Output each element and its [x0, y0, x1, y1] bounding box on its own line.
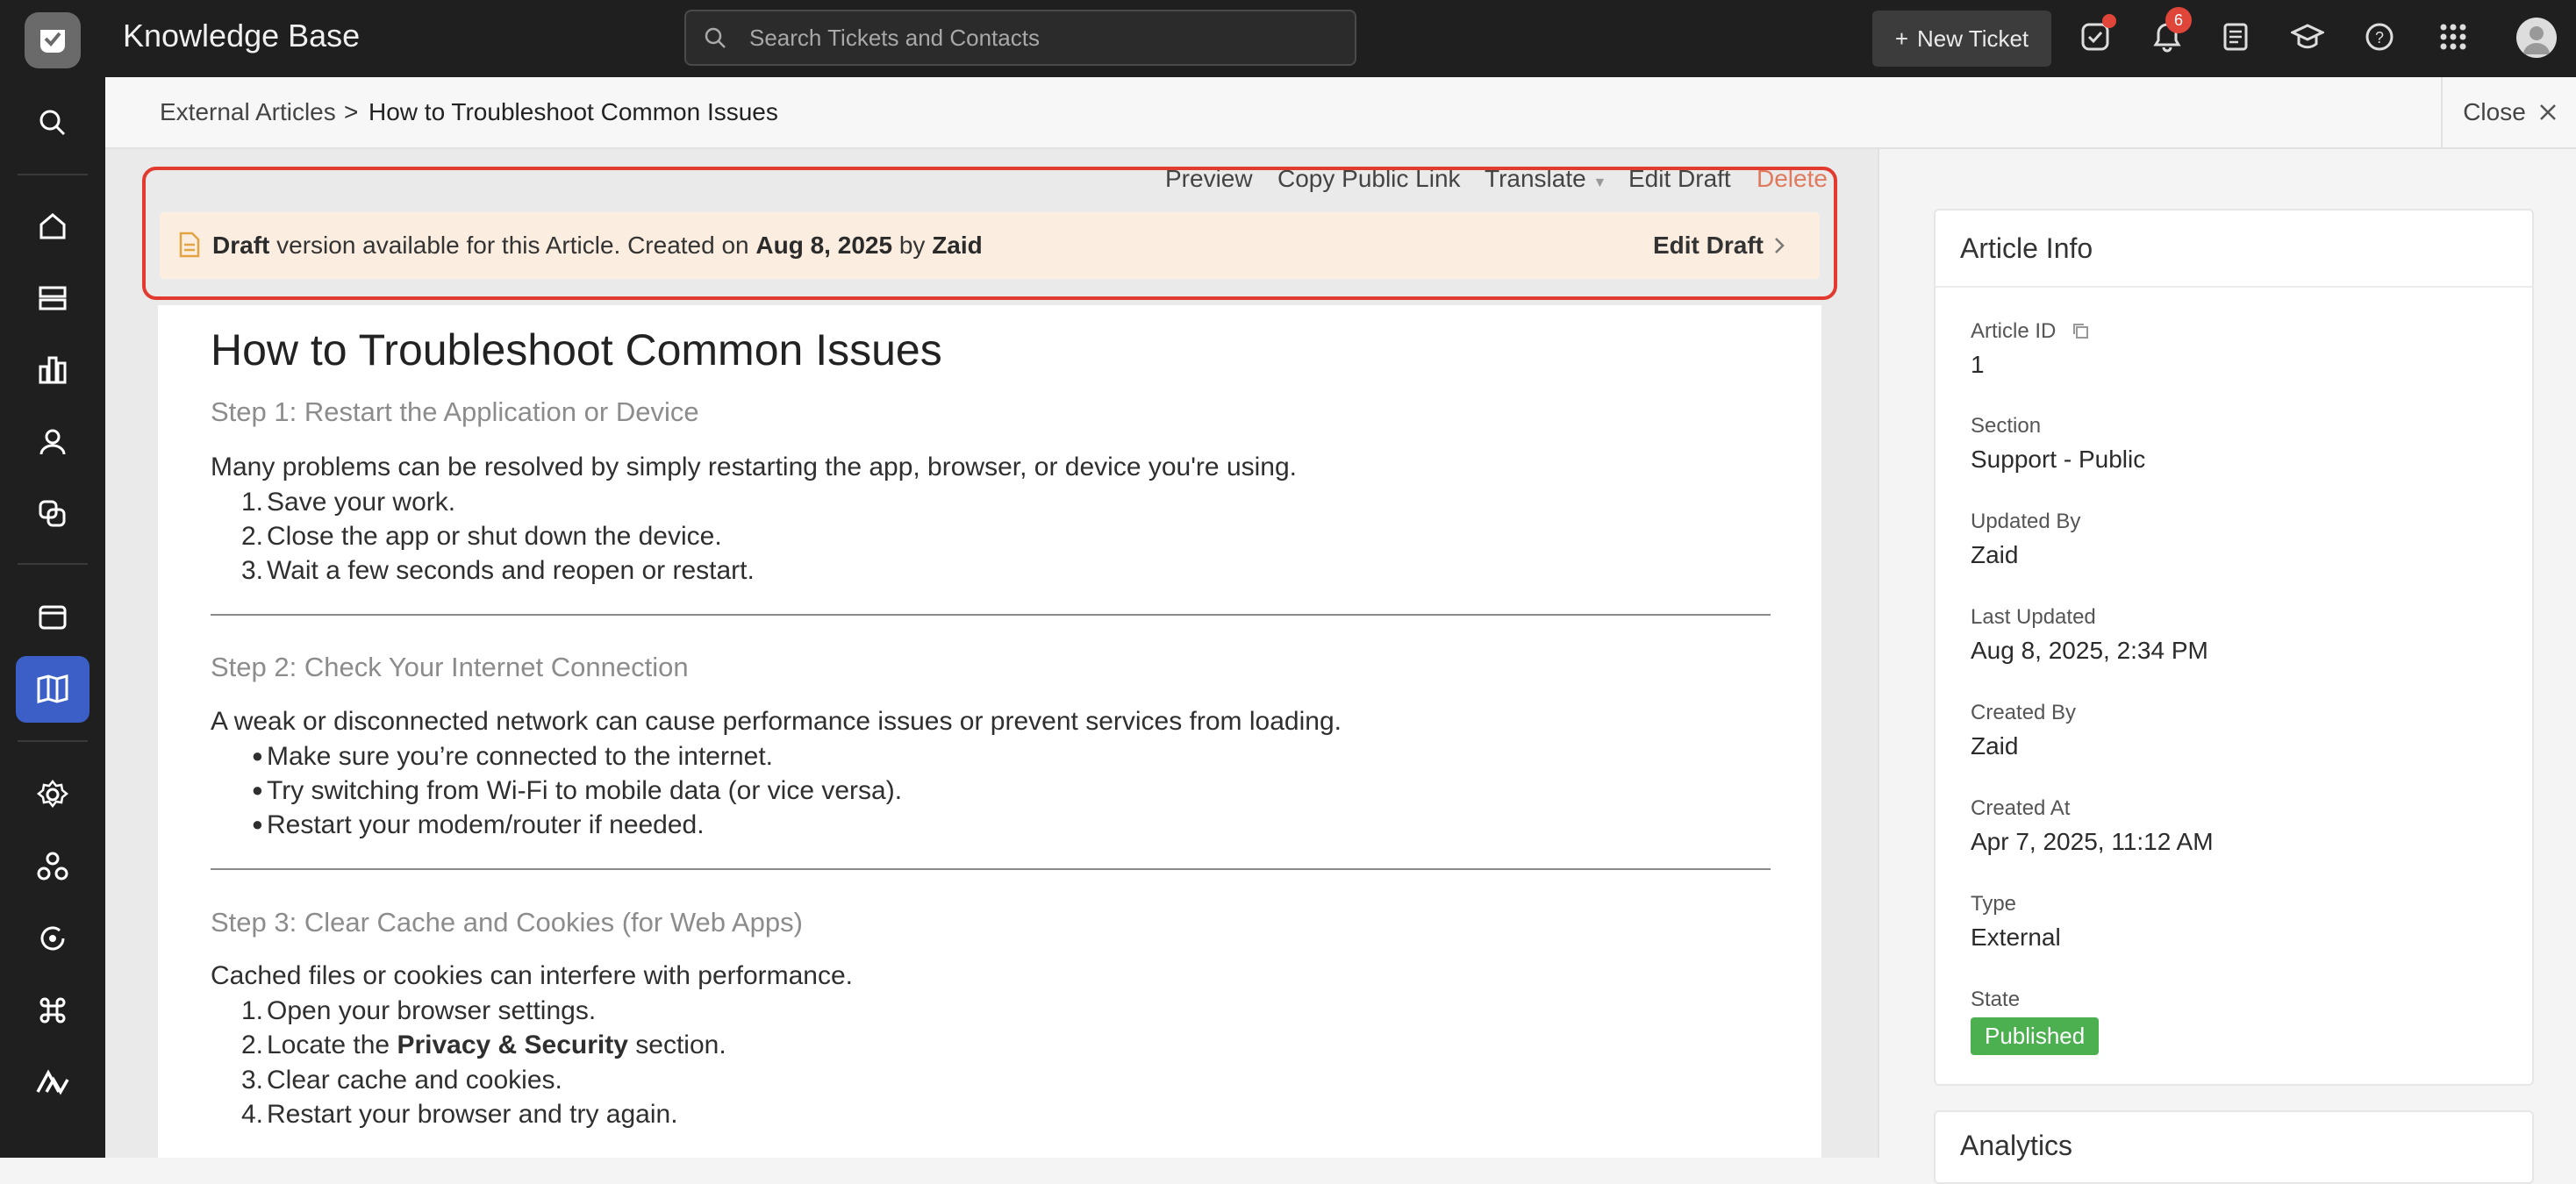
- automation-icon[interactable]: [16, 905, 89, 972]
- apps-grid-icon[interactable]: [2434, 18, 2472, 56]
- search-bar[interactable]: [684, 10, 1356, 66]
- search-icon: [705, 27, 726, 48]
- type-label: Type: [1971, 892, 2017, 916]
- article-info-panel: Article Info Article ID 1 Section Suppor…: [1878, 149, 2576, 1184]
- breadcrumb: External Articles > How to Troubleshoot …: [105, 77, 2576, 149]
- state-label: State: [1971, 988, 2021, 1011]
- analytics-icon[interactable]: [16, 337, 89, 403]
- step2-heading: Step 2: Check Your Internet Connection: [211, 652, 689, 682]
- tickets-icon[interactable]: [16, 265, 89, 332]
- list-item: 2. Locate the Privacy & Security section.: [240, 1031, 726, 1059]
- plus-icon: +: [1894, 25, 1909, 52]
- divider: [211, 868, 1771, 870]
- list-item: 2. Close the app or shut down the device.: [240, 522, 722, 551]
- created-by-label: Created By: [1971, 701, 2077, 724]
- tasks-icon[interactable]: [2076, 14, 2116, 56]
- knowledge-base-icon[interactable]: [16, 656, 89, 723]
- user-avatar[interactable]: [2516, 18, 2557, 58]
- article-info-title: Article Info: [1936, 210, 2532, 288]
- list-item: 1. Save your work.: [240, 488, 456, 517]
- analytics-title: Analytics: [1960, 1130, 2073, 1161]
- last-updated-label: Last Updated: [1971, 605, 2096, 629]
- notification-badge: 6: [2165, 7, 2192, 33]
- teams-icon[interactable]: [16, 833, 89, 900]
- close-icon: [2539, 104, 2556, 120]
- academy-icon[interactable]: [2288, 18, 2327, 56]
- highlight-box: [142, 167, 1837, 300]
- brand-icon[interactable]: [16, 1049, 89, 1116]
- list-item: 4. Restart your browser and try again.: [240, 1100, 678, 1129]
- main-content: Preview Copy Public Link Translate ▼ Edi…: [105, 149, 1878, 1158]
- command-icon[interactable]: [16, 977, 89, 1044]
- left-sidebar: [0, 77, 105, 1158]
- article-id-label: Article ID: [1971, 319, 2090, 344]
- sidebar-search-icon[interactable]: [16, 89, 89, 156]
- app-logo-icon[interactable]: [25, 12, 81, 68]
- list-item: ● Restart your modem/router if needed.: [251, 810, 705, 839]
- search-input[interactable]: [748, 23, 1313, 53]
- new-ticket-button[interactable]: + New Ticket: [1872, 11, 2051, 67]
- created-at-label: Created At: [1971, 796, 2071, 820]
- article-title: How to Troubleshoot Common Issues: [211, 325, 942, 374]
- section-label: Section: [1971, 414, 2042, 438]
- home-icon[interactable]: [16, 193, 89, 260]
- help-icon[interactable]: ?: [2360, 18, 2399, 56]
- list-item: 3. Wait a few seconds and reopen or resta…: [240, 556, 755, 585]
- type-value: External: [1971, 924, 2061, 951]
- created-at-value: Apr 7, 2025, 11:12 AM: [1971, 828, 2214, 855]
- bell-icon[interactable]: 6: [2148, 7, 2192, 56]
- last-updated-value: Aug 8, 2025, 2:34 PM: [1971, 637, 2208, 664]
- new-ticket-label: New Ticket: [1917, 25, 2029, 52]
- contacts-icon[interactable]: [16, 409, 89, 475]
- step3-intro: Cached files or cookies can interfere wi…: [211, 961, 854, 990]
- article-body: How to Troubleshoot Common Issues Step 1…: [158, 305, 1821, 1158]
- analytics-card: Analytics: [1934, 1110, 2534, 1184]
- step1-heading: Step 1: Restart the Application or Devic…: [211, 396, 699, 427]
- list-item: ● Try switching from Wi-Fi to mobile data…: [251, 776, 903, 805]
- close-label: Close: [2463, 98, 2526, 125]
- app-title: Knowledge Base: [123, 18, 361, 53]
- conversations-icon[interactable]: [16, 481, 89, 547]
- article-info-card: Article Info Article ID 1 Section Suppor…: [1934, 209, 2534, 1086]
- updated-by-value: Zaid: [1971, 541, 2019, 568]
- reports-icon[interactable]: [2216, 18, 2255, 56]
- step1-intro: Many problems can be resolved by simply …: [211, 453, 1297, 481]
- settings-icon[interactable]: [16, 761, 89, 828]
- divider: [211, 614, 1771, 616]
- breadcrumb-current: How to Troubleshoot Common Issues: [369, 98, 778, 125]
- article-id-value: 1: [1971, 351, 1985, 378]
- step3-heading: Step 3: Clear Cache and Cookies (for Web…: [211, 907, 803, 938]
- breadcrumb-parent-link[interactable]: External Articles: [160, 98, 336, 126]
- close-button[interactable]: Close: [2441, 77, 2576, 147]
- status-badge: Published: [1971, 1017, 2100, 1055]
- list-item: ● Make sure you’re connected to the inter…: [251, 742, 774, 771]
- top-bar: Knowledge Base + New Ticket 6 ?: [0, 0, 2576, 77]
- list-item: 1. Open your browser settings.: [240, 996, 597, 1025]
- portal-icon[interactable]: [16, 584, 89, 651]
- created-by-value: Zaid: [1971, 732, 2019, 760]
- list-item: 3. Clear cache and cookies.: [240, 1066, 562, 1095]
- copy-icon[interactable]: [2071, 321, 2090, 340]
- breadcrumb-separator: >: [344, 98, 359, 125]
- updated-by-label: Updated By: [1971, 510, 2081, 533]
- svg-text:?: ?: [2375, 29, 2384, 46]
- step2-intro: A weak or disconnected network can cause…: [211, 707, 1342, 736]
- section-value: Support - Public: [1971, 446, 2146, 473]
